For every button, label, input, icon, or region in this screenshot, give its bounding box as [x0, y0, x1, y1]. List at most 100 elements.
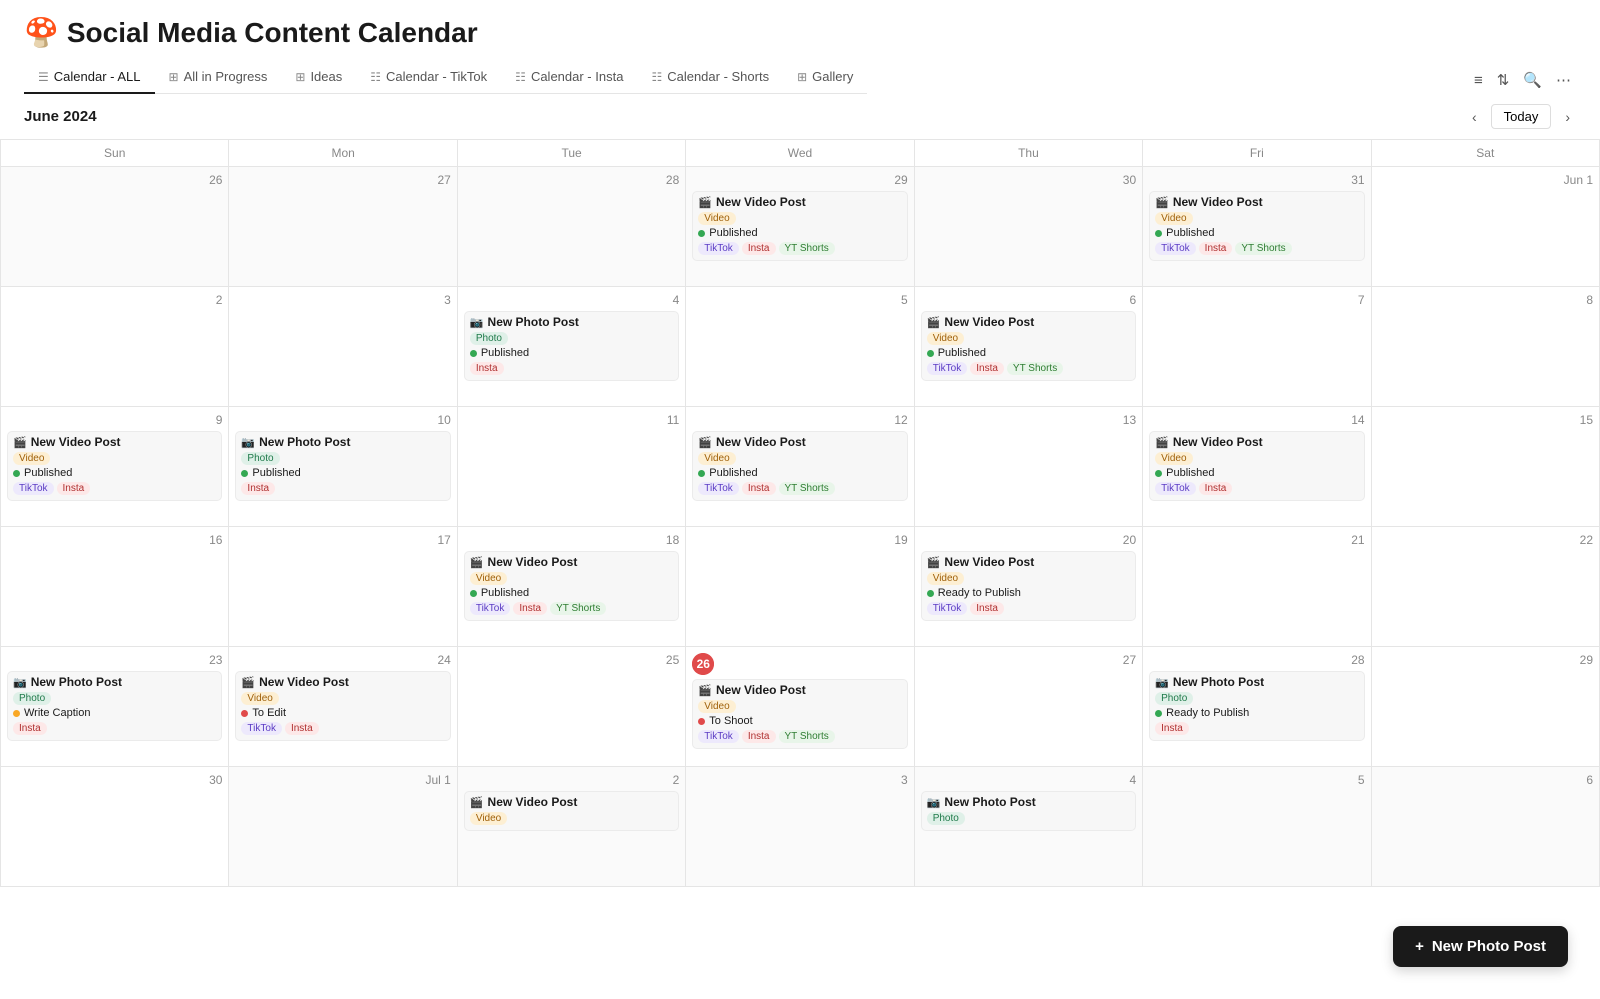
event-emoji: 📷 — [1155, 676, 1169, 689]
calendar-cell-10[interactable]: 10📷New Photo PostPhotoPublishedInsta — [229, 407, 457, 527]
calendar-cell-26[interactable]: 26 — [1, 167, 229, 287]
next-month-button[interactable]: › — [1559, 105, 1576, 129]
event-name: New Photo Post — [488, 315, 579, 329]
status-label: Published — [709, 227, 757, 239]
sort-icon[interactable]: ⇅ — [1492, 66, 1515, 94]
calendar-cell-5[interactable]: 5 — [1143, 767, 1371, 887]
date-number: 26 — [7, 173, 222, 187]
calendar-cell-28[interactable]: 28 — [458, 167, 686, 287]
event-emoji: 🎬 — [698, 436, 712, 449]
event-item[interactable]: 🎬New Video PostVideoTo ShootTikTokInstaY… — [692, 679, 907, 749]
today-button[interactable]: Today — [1491, 104, 1552, 129]
event-item[interactable]: 🎬New Video PostVideoPublishedTikTokInsta… — [692, 431, 907, 501]
calendar-cell-2[interactable]: 2🎬New Video PostVideo — [458, 767, 686, 887]
calendar-cell-2[interactable]: 2 — [1, 287, 229, 407]
tab-calendar-shorts[interactable]: ☷Calendar - Shorts — [637, 61, 783, 94]
event-item[interactable]: 📷New Photo PostPhotoPublishedInsta — [464, 311, 679, 381]
search-icon[interactable]: 🔍 — [1518, 66, 1547, 94]
calendar-cell-18[interactable]: 18 🎬New Video PostVideoPublishedTikTokIns… — [458, 527, 686, 647]
calendar-cell-4[interactable]: 4📷New Photo PostPhoto — [915, 767, 1143, 887]
tab-ideas[interactable]: ⊞Ideas — [281, 61, 356, 94]
platform-tag: YT Shorts — [779, 730, 835, 743]
calendar-cell-9[interactable]: 9🎬New Video PostVideoPublishedTikTokInst… — [1, 407, 229, 527]
event-title: 🎬New Video Post — [927, 555, 1130, 569]
calendar-cell-16[interactable]: 16 — [1, 527, 229, 647]
calendar-cell-22[interactable]: 22 — [1372, 527, 1600, 647]
calendar-cell-8[interactable]: 8 — [1372, 287, 1600, 407]
date-number: 2 — [7, 293, 222, 307]
event-item[interactable]: 🎬New Video PostVideoReady to PublishTikT… — [921, 551, 1136, 621]
more-icon[interactable]: ⋯ — [1551, 66, 1576, 94]
platform-tag: TikTok — [241, 722, 282, 735]
platform-tag: Insta — [742, 730, 776, 743]
calendar-cell-30[interactable]: 30 — [915, 167, 1143, 287]
calendar-cell-28[interactable]: 28📷New Photo PostPhotoReady to PublishIn… — [1143, 647, 1371, 767]
new-photo-post-button[interactable]: + New Photo Post — [1393, 926, 1568, 967]
event-item[interactable]: 📷New Photo PostPhotoWrite CaptionInsta — [7, 671, 222, 741]
calendar-cell-Jun-1[interactable]: Jun 1 — [1372, 167, 1600, 287]
calendar-cell-19[interactable]: 19 — [686, 527, 914, 647]
calendar-cell-4[interactable]: 4📷New Photo PostPhotoPublishedInsta — [458, 287, 686, 407]
calendar-cell-13[interactable]: 13 — [915, 407, 1143, 527]
event-item[interactable]: 🎬New Video PostVideoPublishedTikTokInsta… — [1149, 191, 1364, 261]
calendar-cell-26[interactable]: 26🎬New Video PostVideoTo ShootTikTokInst… — [686, 647, 914, 767]
calendar-cell-3[interactable]: 3 — [686, 767, 914, 887]
status-label: Published — [252, 467, 300, 479]
tab-label-ideas: Ideas — [310, 69, 342, 84]
calendar-cell-24[interactable]: 24🎬New Video PostVideoTo EditTikTokInsta — [229, 647, 457, 767]
calendar-cell-27[interactable]: 27 — [915, 647, 1143, 767]
event-item[interactable]: 📷New Photo PostPhotoReady to PublishInst… — [1149, 671, 1364, 741]
calendar-cell-27[interactable]: 27 — [229, 167, 457, 287]
calendar-cell-30[interactable]: 30 — [1, 767, 229, 887]
event-type-tags: Video — [698, 700, 901, 713]
event-item[interactable]: 🎬New Video PostVideoTo EditTikTokInsta — [235, 671, 450, 741]
calendar-cell-15[interactable]: 15 — [1372, 407, 1600, 527]
calendar-cell-11[interactable]: 11 — [458, 407, 686, 527]
type-tag: Video — [1155, 212, 1192, 225]
date-number: 19 — [692, 533, 907, 547]
event-item[interactable]: 📷New Photo PostPhotoPublishedInsta — [235, 431, 450, 501]
prev-month-button[interactable]: ‹ — [1466, 105, 1483, 129]
event-item[interactable]: 🎬New Video PostVideoPublishedTikTokInsta — [1149, 431, 1364, 501]
calendar-cell-3[interactable]: 3 — [229, 287, 457, 407]
event-item[interactable]: 🎬New Video PostVideoPublishedTikTokInsta… — [464, 551, 679, 621]
calendar-cell-14[interactable]: 14🎬New Video PostVideoPublishedTikTokIns… — [1143, 407, 1371, 527]
tab-calendar-all[interactable]: ☰Calendar - ALL — [24, 61, 155, 94]
calendar-cell-7[interactable]: 7 — [1143, 287, 1371, 407]
filter-icon[interactable]: ≡ — [1469, 66, 1488, 94]
calendar-cell-12[interactable]: 12🎬New Video PostVideoPublishedTikTokIns… — [686, 407, 914, 527]
event-item[interactable]: 🎬New Video PostVideo — [464, 791, 679, 831]
calendar-cell-17[interactable]: 17 — [229, 527, 457, 647]
calendar-cell-25[interactable]: 25 — [458, 647, 686, 767]
platform-tag: Insta — [241, 482, 275, 495]
nav-controls: ‹ Today › — [1466, 104, 1576, 129]
event-status: Ready to Publish — [927, 587, 1130, 599]
calendar-cell-31[interactable]: 31🎬New Video PostVideoPublishedTikTokIns… — [1143, 167, 1371, 287]
event-type-tags: Photo — [927, 812, 1130, 825]
calendar-cell-29[interactable]: 29🎬New Video PostVideoPublishedTikTokIns… — [686, 167, 914, 287]
event-item[interactable]: 🎬New Video PostVideoPublishedTikTokInsta — [7, 431, 222, 501]
calendar-cell-29[interactable]: 29 — [1372, 647, 1600, 767]
event-status: Published — [1155, 467, 1358, 479]
event-name: New Photo Post — [259, 435, 350, 449]
tab-calendar-insta[interactable]: ☷Calendar - Insta — [501, 61, 637, 94]
event-emoji: 🎬 — [241, 676, 255, 689]
calendar-cell-5[interactable]: 5 — [686, 287, 914, 407]
tab-gallery[interactable]: ⊞Gallery — [783, 61, 867, 94]
calendar-cell-23[interactable]: 23📷New Photo PostPhotoWrite CaptionInsta — [1, 647, 229, 767]
date-number: 18 — [464, 533, 679, 547]
calendar-cell-20[interactable]: 20🎬New Video PostVideoReady to PublishTi… — [915, 527, 1143, 647]
calendar-cell-Jul-1[interactable]: Jul 1 — [229, 767, 457, 887]
event-item[interactable]: 🎬New Video PostVideoPublishedTikTokInsta… — [921, 311, 1136, 381]
title-emoji: 🍄 — [24, 16, 59, 49]
event-status: Published — [241, 467, 444, 479]
calendar-cell-6[interactable]: 6 — [1372, 767, 1600, 887]
status-dot — [1155, 710, 1162, 717]
event-item[interactable]: 📷New Photo PostPhoto — [921, 791, 1136, 831]
event-item[interactable]: 🎬New Video PostVideoPublishedTikTokInsta… — [692, 191, 907, 261]
tab-calendar-tiktok[interactable]: ☷Calendar - TikTok — [356, 61, 501, 94]
calendar-cell-21[interactable]: 21 — [1143, 527, 1371, 647]
day-header-wed: Wed — [686, 140, 914, 167]
tab-all-in-progress[interactable]: ⊞All in Progress — [155, 61, 282, 94]
calendar-cell-6[interactable]: 6🎬New Video PostVideoPublishedTikTokInst… — [915, 287, 1143, 407]
